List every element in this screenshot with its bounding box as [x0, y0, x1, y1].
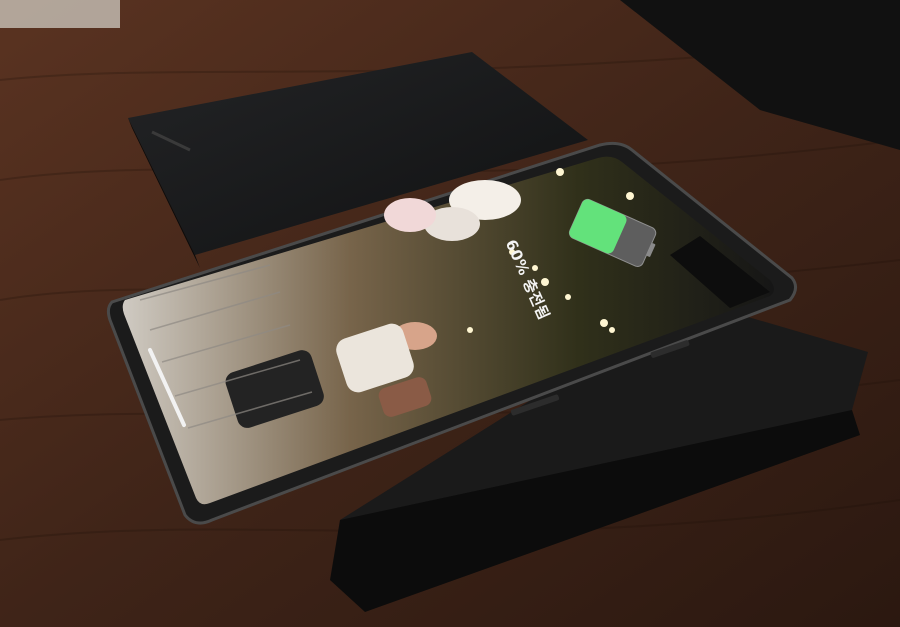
background-wall [0, 0, 120, 28]
scene-illustration [0, 0, 900, 627]
photo-scene: 60% 충전됨 [0, 0, 900, 627]
